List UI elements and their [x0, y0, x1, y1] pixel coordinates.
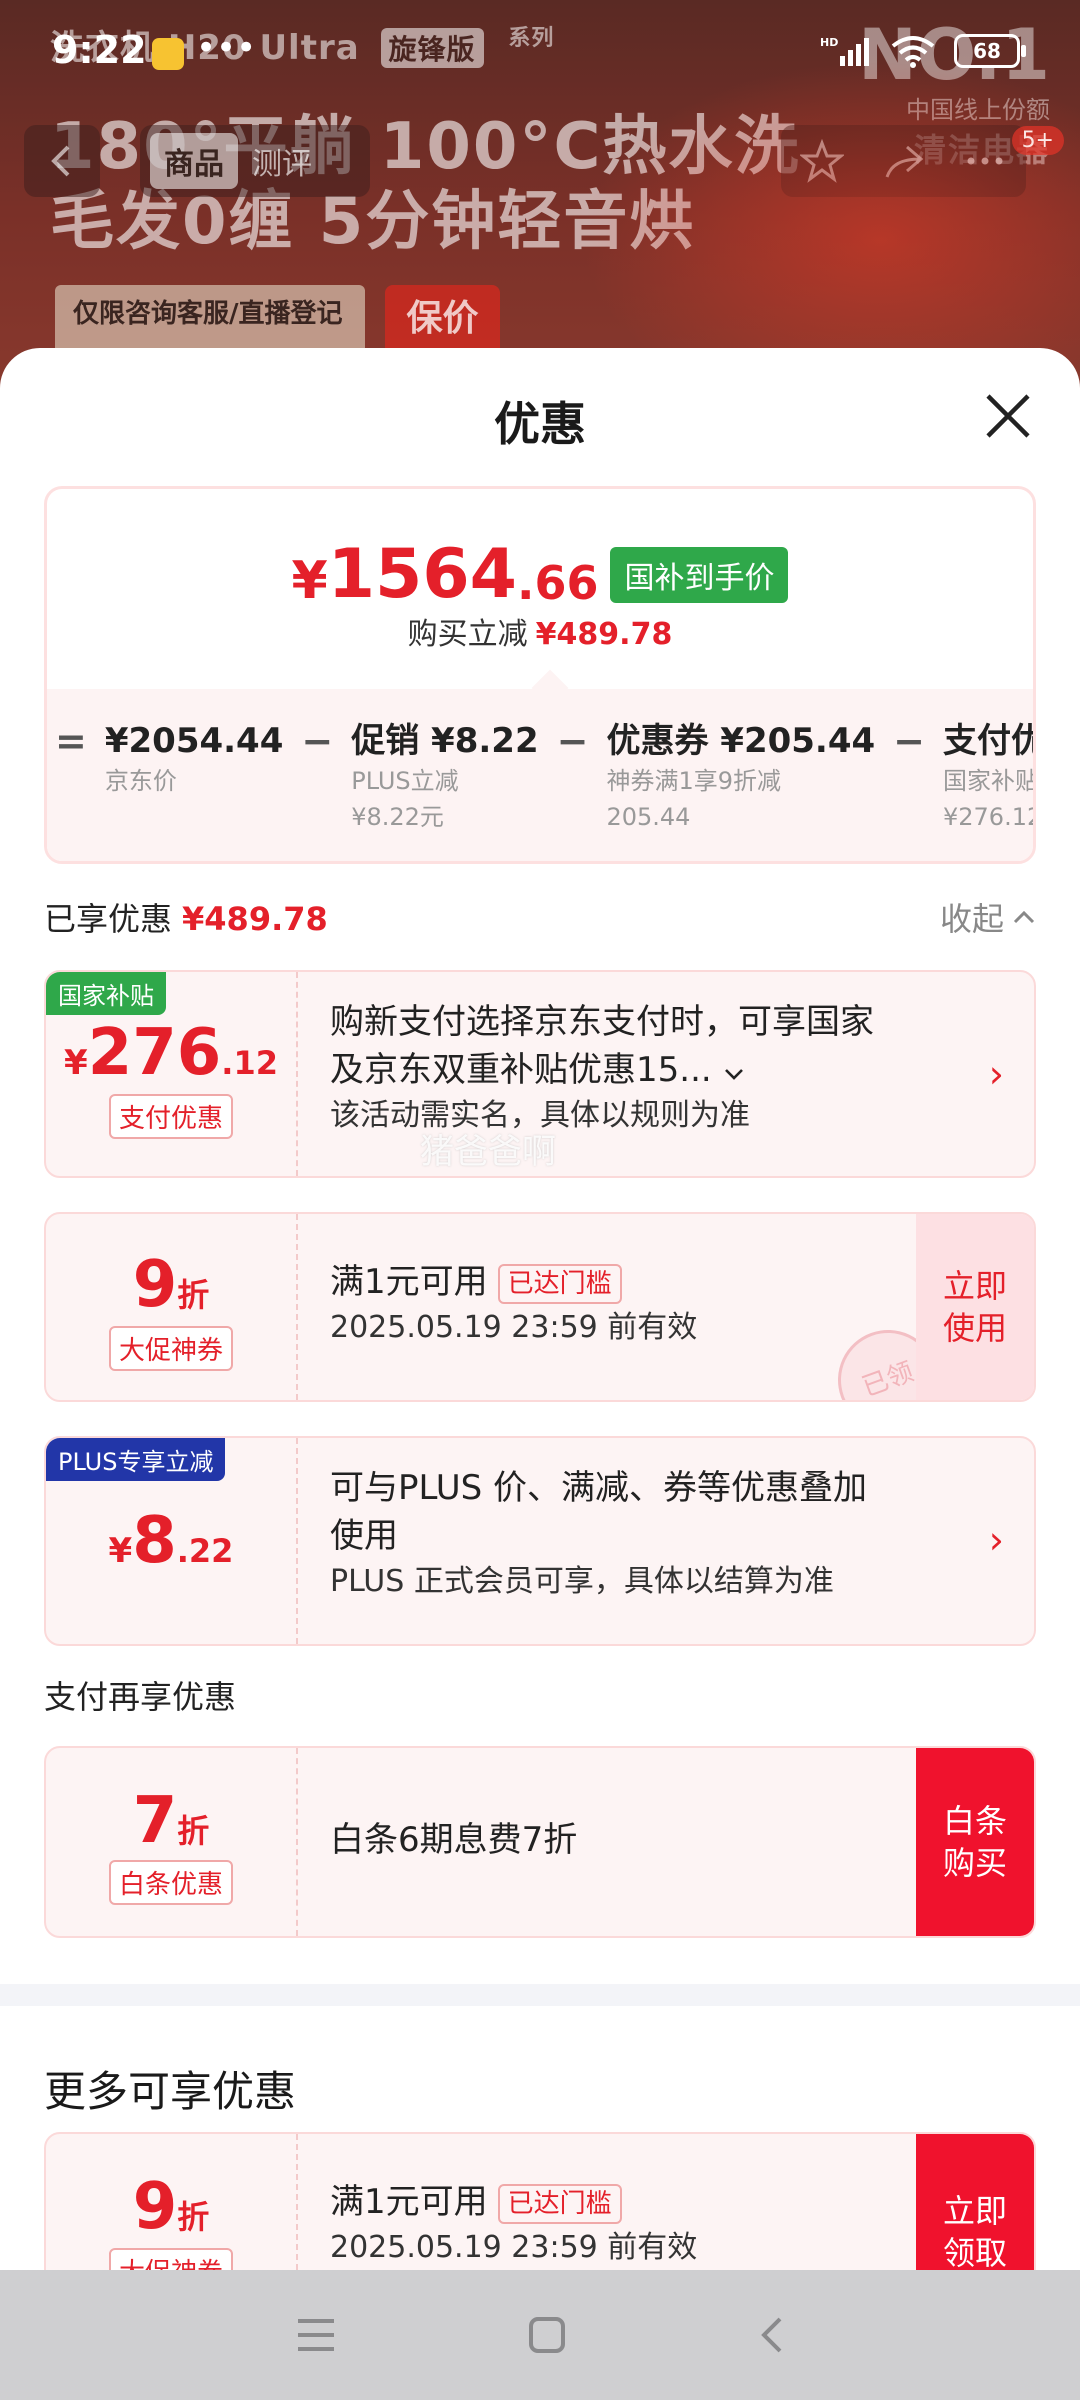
tab-product[interactable]: 商品 [150, 133, 238, 189]
discount-type-pill: 白条优惠 [108, 1860, 234, 1905]
promo-box: 仅限咨询客服/直播登记 [55, 285, 365, 355]
breakdown-item: 促销 ¥8.22 PLUS立减 ¥8.22元 [351, 721, 539, 831]
share-icon[interactable] [881, 139, 925, 183]
notification-app-icon [152, 38, 184, 70]
collapse-button[interactable]: 收起 [940, 894, 1036, 940]
card-note: PLUS 正式会员可享，具体以结算为准 [330, 1564, 834, 1599]
pay-section-label: 支付再享优惠 [44, 1678, 237, 1716]
card-desc-2: 使用 [330, 1516, 398, 1556]
more-icon[interactable] [963, 139, 1007, 183]
sheet-title: 优惠 [494, 397, 586, 451]
breakdown-item: 支付优惠 国家补贴京 ¥276.12 [943, 721, 1036, 831]
corner-tag: PLUS专享立减 [46, 1438, 226, 1481]
coupon-expiry: 2025.05.19 23:59 前有效 [330, 2230, 698, 2265]
more-notifications-icon: ••• [196, 28, 257, 68]
discount-value: 9折 [132, 2170, 210, 2244]
network-hd-label: HD [820, 36, 838, 49]
status-bar: 9:22 ••• HD 68 [0, 0, 1080, 100]
price-summary: ¥ 1564 .66 国补到手价 购买立减 ¥489.78 = ¥2054.44 … [44, 486, 1036, 864]
saving-line: 购买立减 ¥489.78 [407, 617, 673, 652]
coupon-threshold: 满1元可用 已达门槛 [330, 2178, 894, 2226]
threshold-reached-tag: 已达门槛 [497, 2183, 622, 2224]
coupon-expiry: 2025.05.19 23:59 前有效 [330, 1310, 698, 1345]
chevron-down-icon [724, 1069, 743, 1080]
use-now-button[interactable]: 立即 使用 [916, 1214, 1034, 1400]
more-offers-title: 更多可享优惠 [44, 2067, 297, 2116]
price-breakdown: = ¥2054.44 京东价 − 促销 ¥8.22 PLUS立减 ¥8.22元 … [47, 719, 1036, 835]
baitiao-card: 7折 白条优惠 白条6期息费7折 白条 购买 [44, 1746, 1036, 1938]
chevron-right-icon: › [988, 1052, 1004, 1096]
coupon-card: 9折 大促神券 满1元可用 已达门槛 2025.05.19 23:59 前有效 已… [44, 1212, 1036, 1402]
final-price: ¥ 1564 .66 国补到手价 [47, 535, 1033, 614]
tab-review[interactable]: 测评 [238, 133, 326, 189]
system-nav-bar [0, 2270, 1080, 2400]
discount-value: ¥8.22 [108, 1504, 234, 1578]
baitiao-buy-button[interactable]: 白条 购买 [916, 1748, 1034, 1936]
signal-icon: HD [820, 36, 869, 66]
baitiao-desc: 白条6期息费7折 [330, 1820, 578, 1860]
back-icon[interactable] [756, 2315, 786, 2355]
threshold-reached-tag: 已达门槛 [497, 1263, 622, 1304]
card-desc: 可与PLUS 价、满减、券等优惠叠加 [330, 1468, 868, 1508]
breakdown-item: 优惠券 ¥205.44 神券满1享9折减 205.44 [606, 721, 876, 831]
final-price-badge: 国补到手价 [610, 546, 789, 603]
watermark: 猪爸爸啊 [420, 1132, 556, 1172]
nav-actions [781, 125, 1026, 197]
coupon-threshold: 满1元可用 已达门槛 [330, 1258, 894, 1306]
enjoyed-discount: 已享优惠 ¥489.78 [44, 900, 328, 938]
close-icon[interactable] [980, 388, 1036, 444]
home-icon[interactable] [527, 2315, 567, 2355]
star-icon[interactable] [799, 139, 844, 183]
message-badge: 5+ [1011, 126, 1064, 155]
chevron-right-icon: › [988, 1518, 1004, 1562]
discount-value: 7折 [132, 1784, 210, 1858]
plus-card[interactable]: PLUS专享立减 ¥8.22 可与PLUS 价、满减、券等优惠叠加 使用 PLU… [44, 1436, 1036, 1646]
discount-type-pill: 支付优惠 [108, 1094, 234, 1139]
status-time: 9:22 [52, 28, 147, 72]
card-desc-expand[interactable]: 及京东双重补贴优惠15... [330, 1046, 934, 1094]
discount-type-pill: 大促神券 [108, 1326, 234, 1371]
back-button[interactable] [24, 125, 100, 197]
chevron-left-icon [51, 145, 70, 177]
discount-value: ¥276.12 [64, 1016, 278, 1090]
wifi-icon [891, 36, 935, 68]
product-tabs: 商品 测评 [140, 125, 370, 197]
breakdown-item: ¥2054.44 京东价 [104, 721, 284, 795]
discount-value: 9折 [132, 1248, 210, 1322]
corner-tag: 国家补贴 [46, 972, 166, 1015]
battery-icon: 68 [954, 34, 1026, 68]
section-divider [0, 1984, 1080, 2006]
promotion-sheet: 优惠 ¥ 1564 .66 国补到手价 购买立减 ¥489.78 = ¥2054.… [0, 348, 1080, 2400]
chevron-up-icon [1013, 910, 1035, 924]
card-desc: 购新支付选择京东支付时，可享国家 [330, 1002, 874, 1042]
menu-icon[interactable] [294, 2315, 338, 2355]
